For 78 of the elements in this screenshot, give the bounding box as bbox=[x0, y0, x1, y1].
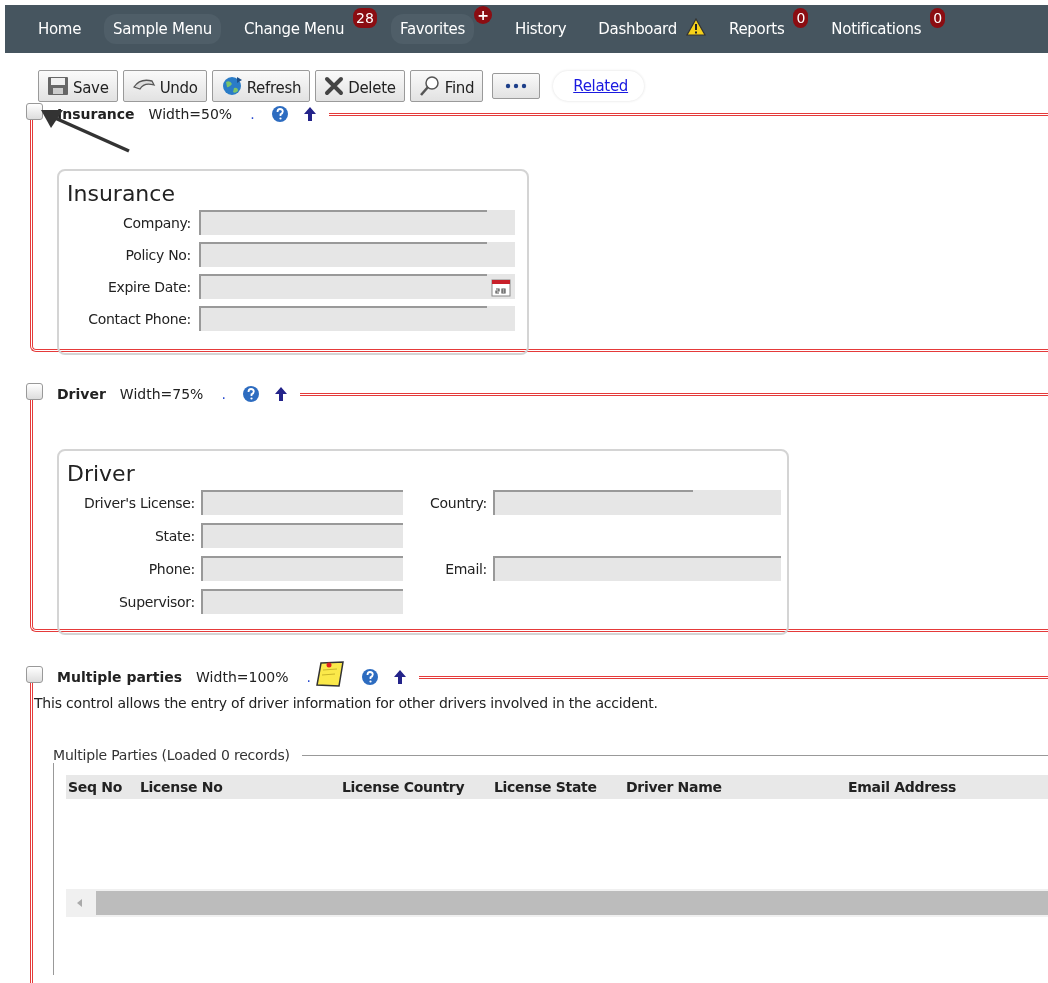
column-header[interactable]: Seq No bbox=[66, 779, 138, 795]
field-label: Driver's License: bbox=[82, 494, 195, 511]
scroll-thumb[interactable] bbox=[96, 891, 1048, 915]
dot-mark: . bbox=[306, 669, 311, 685]
card-title: Insurance bbox=[67, 181, 176, 206]
count-badge: 28 bbox=[353, 8, 377, 28]
up-arrow-icon[interactable] bbox=[273, 386, 288, 402]
ellipsis-icon bbox=[505, 83, 528, 89]
search-icon bbox=[418, 75, 441, 97]
input-field[interactable] bbox=[493, 556, 781, 581]
field-label: Contact Phone: bbox=[87, 310, 191, 327]
toolbar-button[interactable]: Delete bbox=[315, 70, 405, 102]
up-arrow-icon[interactable] bbox=[392, 669, 407, 685]
input-field[interactable] bbox=[199, 210, 515, 235]
up-arrow-icon[interactable] bbox=[302, 106, 317, 122]
input-field[interactable] bbox=[199, 242, 515, 267]
section-title: Multiple parties bbox=[57, 669, 183, 685]
nav-item[interactable]: Sample Menu bbox=[104, 14, 221, 44]
nav-item[interactable]: Favorites bbox=[390, 14, 474, 44]
column-header[interactable]: Driver Name bbox=[624, 779, 846, 795]
more-button[interactable] bbox=[492, 73, 541, 99]
input-field[interactable] bbox=[201, 556, 403, 581]
toolbar-button[interactable]: Find bbox=[409, 70, 484, 102]
input-field[interactable] bbox=[201, 523, 403, 548]
input-field[interactable] bbox=[493, 490, 781, 515]
input-field[interactable] bbox=[201, 490, 403, 515]
description-text: This control allows the entry of driver information for other drivers involved in the accident. bbox=[33, 695, 659, 711]
nav-item[interactable]: Home bbox=[29, 14, 91, 44]
dot-mark: . bbox=[221, 386, 226, 402]
x-icon bbox=[324, 76, 345, 96]
column-header[interactable]: Email Address bbox=[846, 779, 1046, 795]
field-label: Policy No: bbox=[124, 246, 191, 263]
field-label: State: bbox=[154, 527, 195, 544]
field-label: Country: bbox=[429, 494, 487, 511]
calendar-icon[interactable] bbox=[491, 276, 511, 297]
sticky-note-icon[interactable] bbox=[314, 660, 345, 688]
width-label: Width=100% bbox=[196, 669, 289, 685]
related-link[interactable]: Related bbox=[573, 77, 629, 95]
width-label: Width=75% bbox=[119, 386, 204, 402]
floppy-icon bbox=[47, 76, 69, 96]
scroll-left-icon[interactable] bbox=[76, 898, 84, 908]
dot-mark: . bbox=[250, 106, 255, 122]
toolbar-button[interactable]: Undo bbox=[122, 70, 207, 102]
field-label: Company: bbox=[122, 214, 191, 231]
column-header[interactable]: License Country bbox=[340, 779, 492, 795]
globe-icon bbox=[220, 75, 243, 97]
toolbar-button[interactable]: Refresh bbox=[211, 70, 311, 102]
warning-icon bbox=[685, 18, 706, 36]
field-label: Supervisor: bbox=[118, 593, 195, 610]
input-field[interactable] bbox=[201, 589, 403, 614]
card-title: Driver bbox=[67, 461, 136, 486]
nav-item[interactable]: Notifications bbox=[822, 14, 931, 44]
field-label: Phone: bbox=[147, 560, 195, 577]
column-header[interactable]: License State bbox=[492, 779, 624, 795]
help-icon[interactable] bbox=[241, 385, 260, 403]
plus-badge: + bbox=[474, 6, 492, 24]
nav-item[interactable]: Reports bbox=[719, 14, 794, 44]
help-icon[interactable] bbox=[270, 105, 289, 123]
nav-item[interactable]: History bbox=[506, 14, 576, 44]
count-badge: 0 bbox=[793, 8, 809, 28]
grid-legend: Multiple Parties (Loaded 0 records) bbox=[53, 747, 290, 763]
count-badge: 0 bbox=[930, 8, 946, 28]
toolbar-button[interactable]: Save bbox=[38, 70, 118, 102]
section-title: Driver bbox=[57, 386, 106, 402]
section-checkbox[interactable] bbox=[26, 102, 43, 120]
column-header[interactable]: License No bbox=[138, 779, 340, 795]
field-label: Email: bbox=[444, 560, 487, 577]
section-checkbox[interactable] bbox=[26, 665, 43, 683]
input-field[interactable] bbox=[199, 306, 515, 331]
horizontal-scrollbar[interactable] bbox=[66, 889, 1048, 917]
nav-item[interactable]: Change Menu bbox=[235, 14, 354, 44]
width-label: Width=50% bbox=[148, 106, 233, 122]
help-icon[interactable] bbox=[360, 668, 379, 686]
field-label: Expire Date: bbox=[107, 278, 191, 295]
nav-item[interactable]: Dashboard bbox=[589, 14, 686, 44]
input-field[interactable] bbox=[199, 274, 515, 299]
section-checkbox[interactable] bbox=[26, 382, 43, 400]
section-title: Insurance bbox=[57, 106, 135, 122]
